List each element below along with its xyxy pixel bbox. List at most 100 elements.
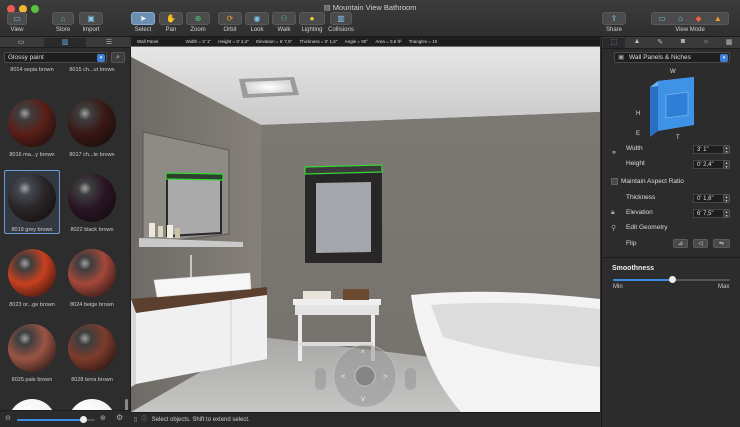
- slider-knob[interactable]: [80, 416, 88, 423]
- import-button[interactable]: ▣ Import: [79, 12, 103, 33]
- link-icon[interactable]: ⚭: [611, 149, 617, 157]
- camera-icon: ◙: [680, 38, 686, 45]
- tab-edit[interactable]: ✎: [649, 38, 671, 48]
- thickness-stepper[interactable]: ▴ ▾: [723, 194, 730, 203]
- elevation-control-left[interactable]: [315, 368, 326, 390]
- lock-icon[interactable]: 🔒︎: [611, 209, 615, 217]
- width-stepper[interactable]: ▴ ▾: [723, 145, 730, 154]
- elevation-control-right[interactable]: [405, 368, 416, 390]
- selected-wall-panel-highlight: [165, 172, 224, 181]
- zoom-in-icon[interactable]: ⊕: [100, 414, 106, 422]
- walk-icon: ⚇: [272, 12, 296, 25]
- maintain-aspect-checkbox[interactable]: [611, 178, 618, 185]
- smoothness-slider[interactable]: [613, 276, 730, 283]
- edit-geometry-button[interactable]: Edit Geometry: [626, 224, 668, 231]
- material-item[interactable]: 8025 pale brown: [2, 324, 62, 383]
- floor-plan-mode-icon[interactable]: ▭: [658, 14, 666, 23]
- nav-arrow-left-icon[interactable]: <: [341, 372, 346, 381]
- walk-button[interactable]: ⚇ Walk: [272, 12, 296, 33]
- flip-label: Flip: [626, 240, 637, 247]
- material-item[interactable]: 8028 terra brown: [62, 324, 122, 383]
- sidebar-toggle-icon[interactable]: ▯: [134, 417, 137, 423]
- tab-camera[interactable]: ◙: [672, 38, 694, 48]
- bottle: [149, 223, 155, 237]
- material-label: 8028 terra brown: [71, 377, 113, 383]
- store-button[interactable]: ⌂ Store: [52, 12, 74, 33]
- tab-materials[interactable]: ▥: [44, 38, 86, 47]
- material-label: 8023 or...ge brown: [9, 302, 55, 308]
- diagram-label-w: W: [670, 69, 676, 75]
- split-mode-icon[interactable]: ▲: [714, 14, 722, 23]
- window-title: ▤ Mountain View Bathroom: [323, 3, 417, 12]
- tab-object[interactable]: ⬚: [603, 38, 625, 48]
- look-icon: ◉: [245, 12, 269, 25]
- 3d-viewport[interactable]: ^ < > v: [131, 37, 600, 412]
- height-field[interactable]: 0' 2,4": [693, 160, 726, 169]
- layers-icon: ▦: [725, 39, 733, 46]
- elevation-field[interactable]: 6' 7,5": [693, 209, 726, 218]
- nav-arrow-down-icon[interactable]: v: [361, 394, 365, 403]
- app-window: ▤ Mountain View Bathroom ▭ View ⌂ Store ▣ I…: [0, 0, 740, 427]
- diagram-label-e: E: [636, 131, 640, 137]
- collisions-icon: ▥: [330, 12, 352, 25]
- zoom-out-icon[interactable]: ⊖: [5, 414, 11, 422]
- material-item[interactable]: 8014 sepia brown: [2, 67, 62, 73]
- share-button[interactable]: ⇪ Share: [602, 12, 626, 33]
- collisions-button[interactable]: ▥ Collisions: [326, 12, 356, 33]
- ceiling-light-panel: [245, 80, 293, 94]
- object-type-select[interactable]: ▣ Wall Panels & Niches ▾: [614, 52, 730, 63]
- pan-icon: ✋: [159, 12, 183, 25]
- view-mode-control[interactable]: ▭ ⌂ ◆ ▲ View Mode: [650, 12, 730, 33]
- lighting-button[interactable]: ● Lighting: [299, 12, 325, 33]
- material-item[interactable]: 8023 or...ge brown: [2, 249, 62, 308]
- tab-layers[interactable]: ▦: [718, 38, 740, 48]
- material-item[interactable]: 8015 ch...ut brown: [62, 67, 122, 73]
- view-button[interactable]: ▭ View: [7, 12, 27, 33]
- tab-material[interactable]: ▲: [626, 38, 648, 48]
- object-info-bar: Wall Panel Width = 3' 1" Height = 0' 2,4…: [131, 37, 600, 46]
- material-item[interactable]: 8019 grey brown: [2, 170, 62, 234]
- material-preview-sphere: [8, 174, 56, 222]
- material-grid-scrollbar[interactable]: [125, 67, 129, 413]
- select-icon: ➤: [131, 12, 155, 25]
- inspector-panel: ⬚ ▲ ✎ ◙ ☼ ▦ ▣ Wall Panels & Niches ▾ W H E…: [601, 37, 740, 427]
- pan-button[interactable]: ✋ Pan: [159, 12, 183, 33]
- view-icon: ▭: [7, 12, 27, 25]
- material-item[interactable]: 8016 ma...y brown: [2, 99, 62, 158]
- flip-vertical-button[interactable]: ◁: [693, 239, 708, 248]
- material-category-select[interactable]: Glossy paint ▾: [4, 52, 107, 63]
- 3d-mode-icon[interactable]: ◆: [695, 14, 701, 23]
- width-label: Width: [626, 145, 643, 152]
- tab-list[interactable]: ☰: [88, 38, 130, 47]
- select-button[interactable]: ➤ Select: [131, 12, 155, 33]
- material-search-button[interactable]: ⌕: [111, 52, 125, 63]
- flip-horizontal-icon: ⊿: [677, 241, 684, 247]
- thumbnail-size-slider[interactable]: [17, 416, 95, 423]
- height-stepper[interactable]: ▴ ▾: [723, 160, 730, 169]
- material-item[interactable]: 8017 ch...te brown: [62, 99, 122, 158]
- material-item[interactable]: 8024 beige brown: [62, 249, 122, 308]
- 2d-mode-icon[interactable]: ⌂: [678, 14, 683, 23]
- flip-options-button[interactable]: ⇋: [713, 239, 730, 248]
- tab-library[interactable]: ▭: [0, 38, 42, 47]
- edit-geometry-icon[interactable]: ⚲: [611, 224, 616, 232]
- thickness-field[interactable]: 0' 1,6": [693, 194, 726, 203]
- smoothness-title: Smoothness: [612, 265, 655, 272]
- tab-light[interactable]: ☼: [695, 38, 717, 48]
- diagram-label-h: H: [636, 111, 640, 117]
- flip-horizontal-button[interactable]: ⊿: [673, 239, 688, 248]
- nav-arrow-up-icon[interactable]: ^: [361, 349, 365, 358]
- selected-panel-outline: [304, 164, 383, 175]
- nav-arrow-right-icon[interactable]: >: [383, 372, 388, 381]
- library-icon: ▭: [17, 39, 25, 46]
- look-button[interactable]: ◉ Look: [245, 12, 269, 33]
- maintain-aspect-label: Maintain Aspect Ratio: [621, 178, 684, 185]
- slider-knob[interactable]: [668, 276, 676, 283]
- zoom-button[interactable]: ⊕ Zoom: [186, 12, 210, 33]
- orbit-button[interactable]: ⟳ Orbit: [218, 12, 242, 33]
- navigation-center[interactable]: [354, 365, 376, 387]
- gear-icon[interactable]: ⚙: [116, 413, 123, 422]
- material-item[interactable]: 8022 black brown: [62, 174, 122, 233]
- elevation-stepper[interactable]: ▴ ▾: [723, 209, 730, 218]
- width-field[interactable]: 3' 1": [693, 145, 726, 154]
